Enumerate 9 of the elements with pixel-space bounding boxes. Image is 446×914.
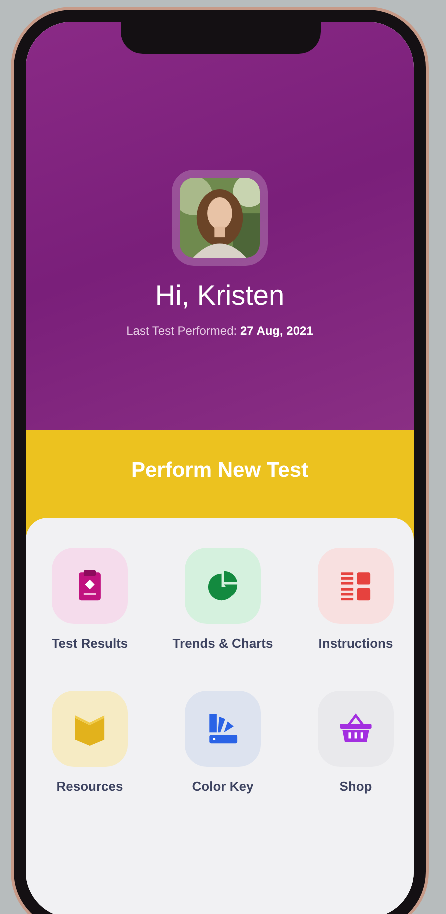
menu-item[interactable]: Resources (26, 691, 156, 794)
menu-item[interactable]: Test Results (26, 548, 156, 651)
greeting-title: Hi, Kristen (155, 280, 285, 312)
menu-item[interactable]: Shop (290, 691, 414, 794)
menu-item[interactable]: Instructions (290, 548, 414, 651)
menu-item[interactable]: Trends & Charts (156, 548, 290, 651)
pie-chart-icon (206, 569, 240, 603)
last-test-text: Last Test Performed: 27 Aug, 2021 (126, 324, 314, 338)
menu-item[interactable]: Color Key (156, 691, 290, 794)
